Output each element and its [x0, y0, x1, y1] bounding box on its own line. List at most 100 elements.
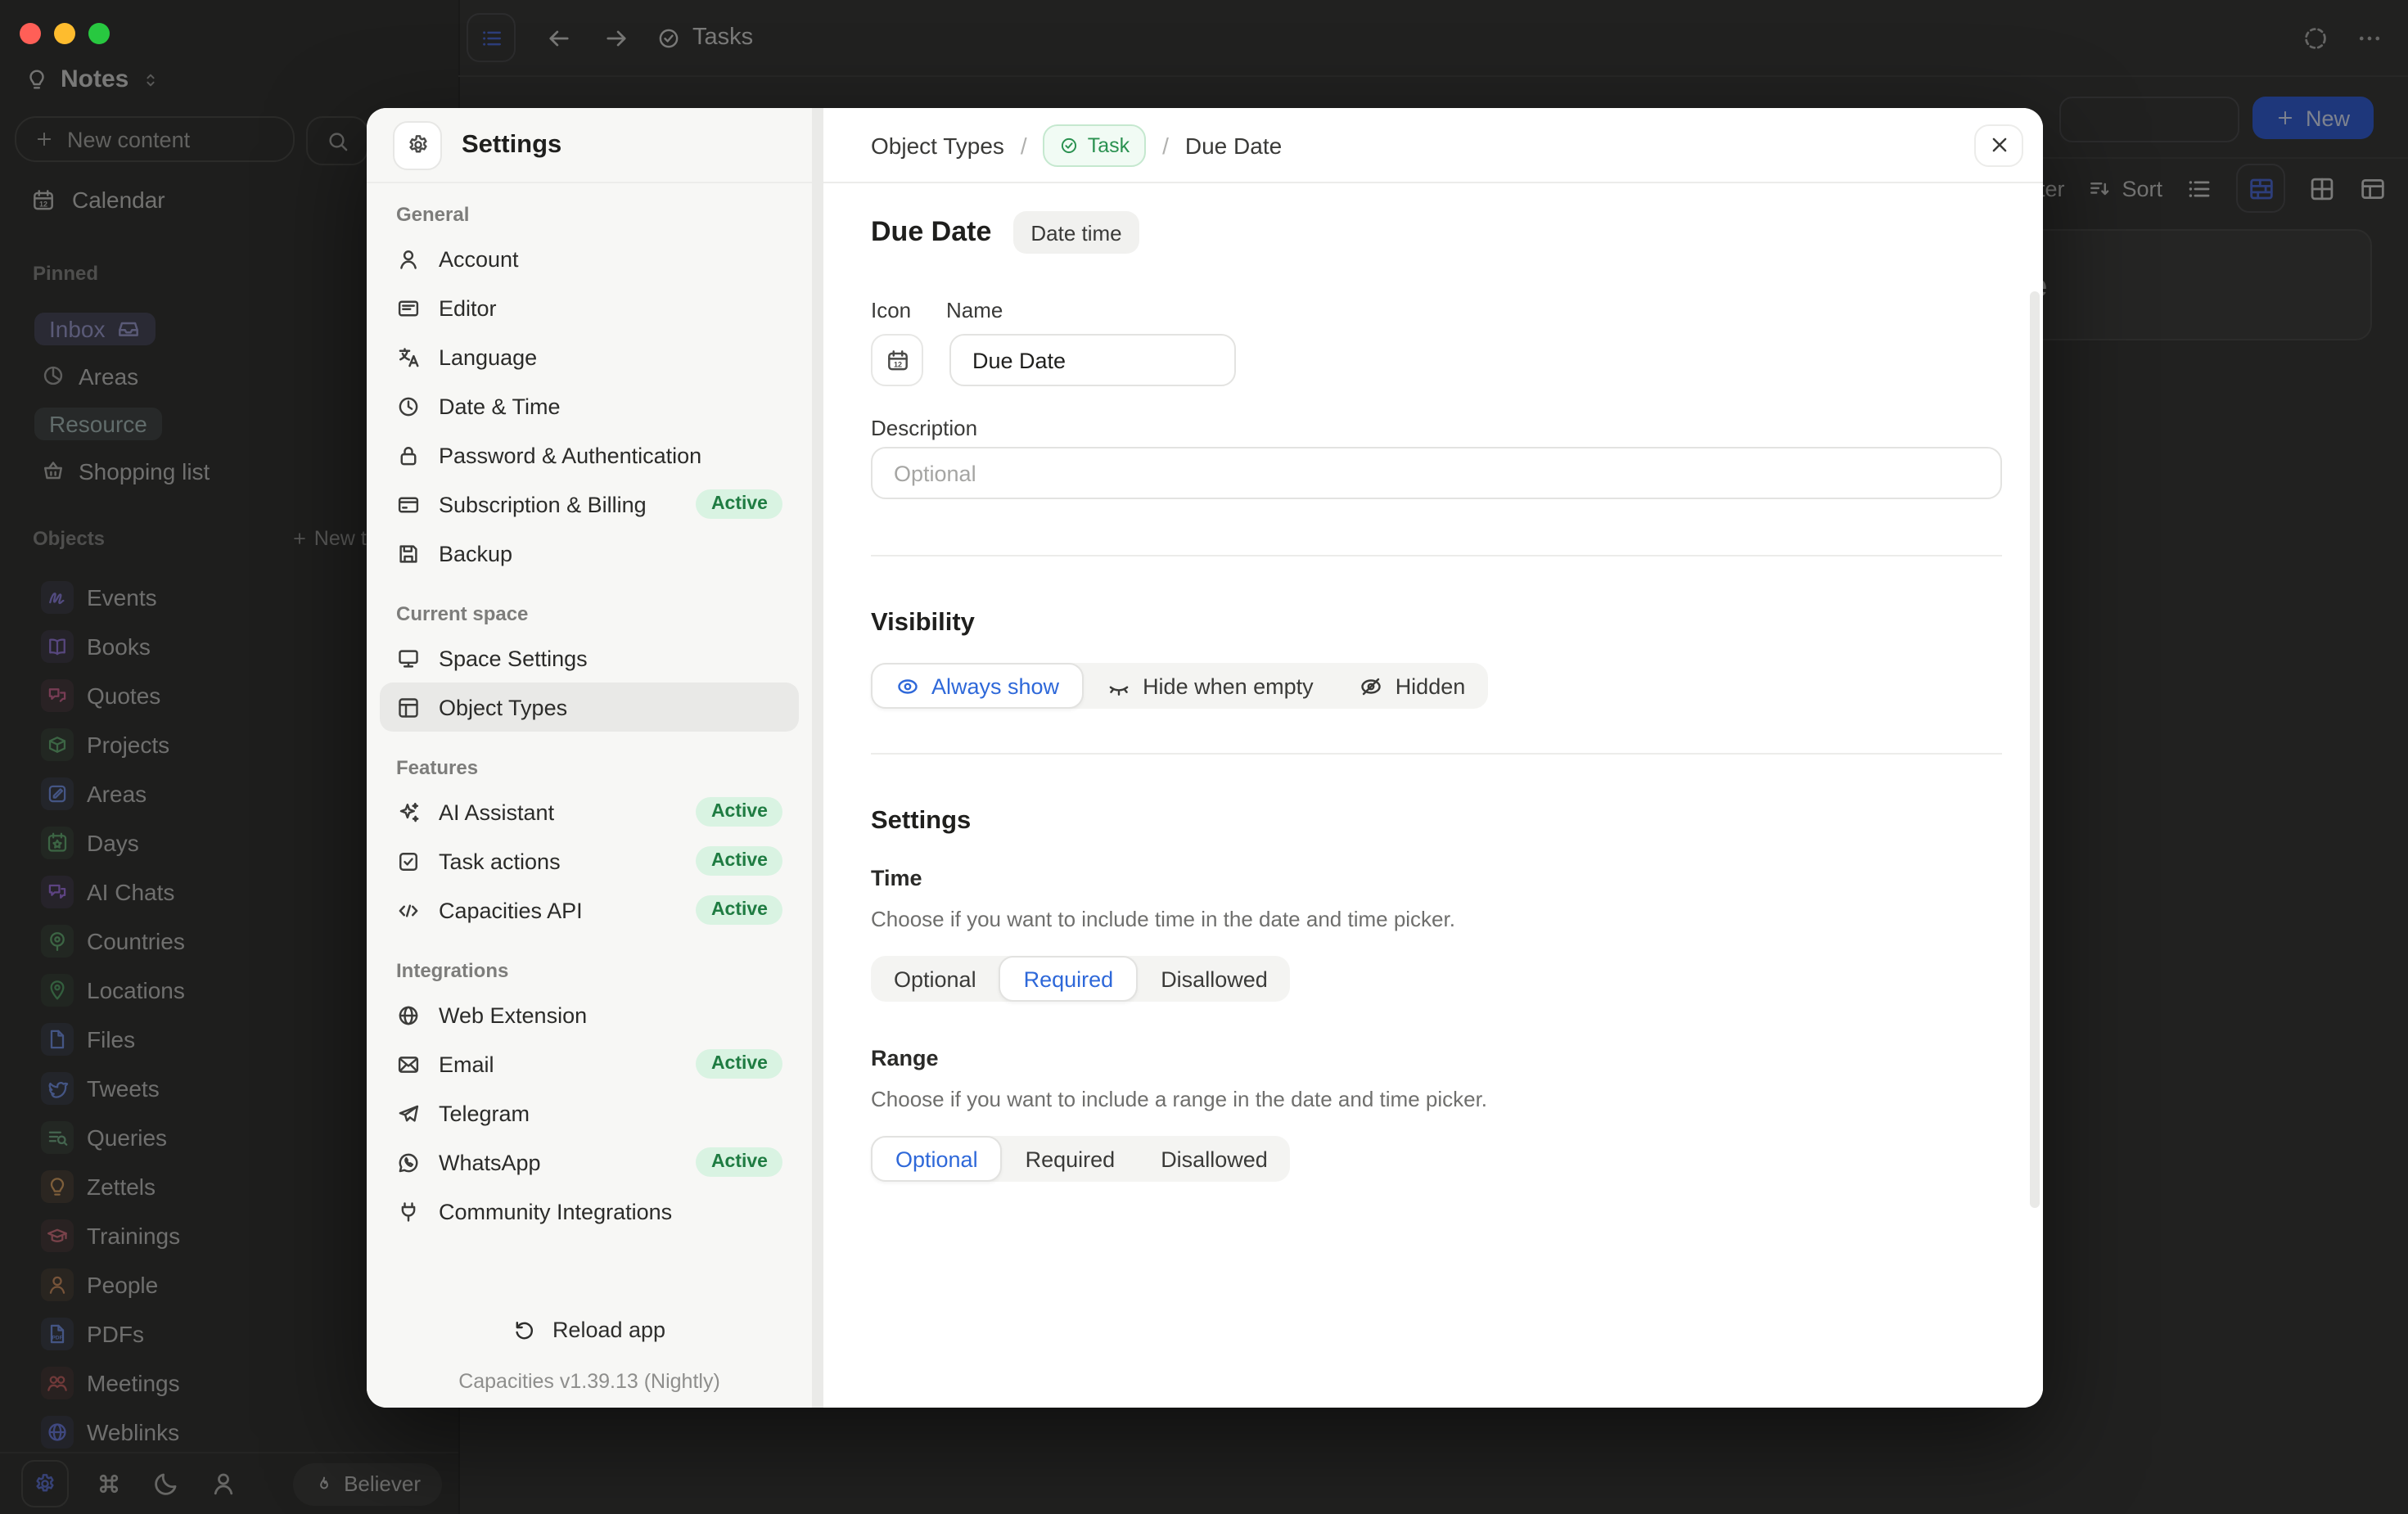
visibility-option-always-show[interactable]: Always show: [871, 663, 1084, 709]
whatsapp-icon: [396, 1150, 421, 1174]
icon-field-label: Icon: [871, 298, 946, 322]
settings-nav-section: Integrations Web ExtensionEmailActive Tel…: [380, 956, 799, 1236]
setting-group-description: Choose if you want to include time in th…: [871, 907, 2002, 931]
property-description-input[interactable]: [871, 447, 2002, 499]
settings-nav-item-language[interactable]: Language: [380, 332, 799, 381]
property-name-input[interactable]: [949, 334, 1236, 386]
close-modal-button[interactable]: [1974, 124, 2023, 166]
settings-nav-section-label: Features: [380, 753, 799, 782]
settings-nav-body: General Account Editor Language Date & Time…: [367, 183, 823, 1236]
settings-nav-item-label: Object Types: [439, 695, 567, 719]
settings-nav-item-label: AI Assistant: [439, 800, 554, 824]
settings-detail-panel: Object Types / Task / Due Date Due Date …: [823, 108, 2043, 1408]
property-type-badge[interactable]: Date time: [1012, 211, 1139, 254]
eye-icon: [895, 674, 920, 698]
sparkles-icon: [396, 800, 421, 824]
settings-nav-item-label: Date & Time: [439, 394, 561, 418]
setting-groups: Time Choose if you want to include time i…: [871, 866, 2002, 1182]
range-option-disallowed[interactable]: Disallowed: [1138, 1136, 1291, 1182]
settings-nav-header: Settings: [367, 108, 812, 183]
property-icon-button[interactable]: 12: [871, 334, 923, 386]
time-option-disallowed[interactable]: Disallowed: [1138, 956, 1291, 1002]
settings-nav-item-label: Account: [439, 246, 519, 271]
visibility-option-label: Hidden: [1396, 674, 1466, 698]
name-field-label: Name: [946, 298, 1003, 322]
settings-nav-section: Current space Space Settings Object Types: [380, 599, 799, 732]
active-badge: Active: [697, 797, 782, 827]
active-badge: Active: [697, 1147, 782, 1177]
breadcrumb-separator: /: [1021, 132, 1027, 158]
app-screen: Notes New content 12 Calendar Pinned Inb…: [0, 0, 2408, 1514]
range-option-optional[interactable]: Optional: [871, 1136, 1003, 1182]
save-icon: [396, 541, 421, 565]
settings-nav-item-capacities-api[interactable]: Capacities APIActive: [380, 885, 799, 935]
settings-nav-item-password-authentication[interactable]: Password & Authentication: [380, 430, 799, 480]
plug-icon: [396, 1199, 421, 1223]
language-icon: [396, 345, 421, 369]
zoom-window-button[interactable]: [88, 23, 110, 44]
nav-scrollbar[interactable]: [812, 108, 823, 1408]
settings-nav-item-label: Backup: [439, 541, 512, 565]
window-controls: [20, 23, 110, 44]
settings-nav-section-label: Integrations: [380, 956, 799, 985]
settings-nav-item-label: Language: [439, 345, 537, 369]
settings-nav-item-whatsapp[interactable]: WhatsAppActive: [380, 1138, 799, 1187]
settings-title: Settings: [462, 130, 561, 160]
settings-nav-item-space-settings[interactable]: Space Settings: [380, 633, 799, 683]
visibility-option-hidden[interactable]: Hidden: [1337, 663, 1489, 709]
settings-nav-item-editor[interactable]: Editor: [380, 283, 799, 332]
breadcrumb-property: Due Date: [1185, 132, 1282, 158]
time-option-optional[interactable]: Optional: [871, 956, 999, 1002]
settings-nav-item-email[interactable]: EmailActive: [380, 1039, 799, 1088]
minimize-window-button[interactable]: [54, 23, 75, 44]
active-badge: Active: [697, 489, 782, 519]
settings-gear-badge: [393, 120, 442, 169]
settings-nav-item-backup[interactable]: Backup: [380, 529, 799, 578]
eye-closed-icon: [1107, 674, 1131, 698]
setting-group-title-range: Range: [871, 1046, 2002, 1070]
visibility-section-title: Visibility: [871, 609, 2002, 638]
settings-nav-item-task-actions[interactable]: Task actionsActive: [380, 836, 799, 885]
range-option-required[interactable]: Required: [1003, 1136, 1139, 1182]
settings-section-title: Settings: [871, 807, 2002, 836]
lock-icon: [396, 443, 421, 467]
range-segmented-control: OptionalRequiredDisallowed: [871, 1136, 1291, 1182]
settings-nav-item-label: Telegram: [439, 1101, 530, 1125]
calendar-icon: 12: [885, 348, 909, 372]
settings-nav-item-label: Community Integrations: [439, 1199, 672, 1223]
breadcrumb-separator: /: [1162, 132, 1169, 158]
settings-nav-item-community-integrations[interactable]: Community Integrations: [380, 1187, 799, 1236]
settings-nav-item-date-time[interactable]: Date & Time: [380, 381, 799, 430]
settings-nav-section-label: Current space: [380, 599, 799, 629]
settings-nav-item-subscription-billing[interactable]: Subscription & BillingActive: [380, 480, 799, 529]
settings-nav-section-label: General: [380, 200, 799, 229]
breadcrumb-task-pill[interactable]: Task: [1044, 124, 1146, 166]
settings-nav-item-account[interactable]: Account: [380, 234, 799, 283]
reload-app-button[interactable]: Reload app: [513, 1318, 665, 1342]
breadcrumb-object-types[interactable]: Object Types: [871, 132, 1004, 158]
settings-nav-section: Features AI Assistant Active Task actionsA…: [380, 753, 799, 935]
close-window-button[interactable]: [20, 23, 41, 44]
time-option-required[interactable]: Required: [999, 956, 1139, 1002]
visibility-option-hide-when-empty[interactable]: Hide when empty: [1084, 663, 1337, 709]
editor-icon: [396, 295, 421, 320]
settings-nav-item-label: Password & Authentication: [439, 443, 701, 467]
settings-nav-item-label: Space Settings: [439, 646, 588, 670]
active-badge: Active: [697, 1049, 782, 1079]
settings-nav-item-web-extension[interactable]: Web Extension: [380, 990, 799, 1039]
gear-icon: [405, 133, 430, 157]
settings-nav-item-ai-assistant[interactable]: AI Assistant Active: [380, 787, 799, 836]
code-icon: [396, 898, 421, 922]
settings-nav-item-object-types[interactable]: Object Types: [380, 683, 799, 732]
card-icon: [396, 492, 421, 516]
settings-modal: Settings General Account Editor Language Da…: [367, 108, 2043, 1408]
detail-breadcrumb: Object Types / Task / Due Date: [823, 108, 2043, 183]
settings-nav-item-telegram[interactable]: Telegram: [380, 1088, 799, 1138]
check-square-icon: [396, 849, 421, 873]
mail-icon: [396, 1052, 421, 1076]
clock-icon: [396, 394, 421, 418]
detail-scrollbar[interactable]: [2030, 291, 2040, 1208]
close-icon: [1986, 133, 2011, 157]
detail-body: Due Date Date time Icon Name 12 Descript…: [823, 208, 2043, 1182]
setting-group-title-time: Time: [871, 866, 2002, 890]
